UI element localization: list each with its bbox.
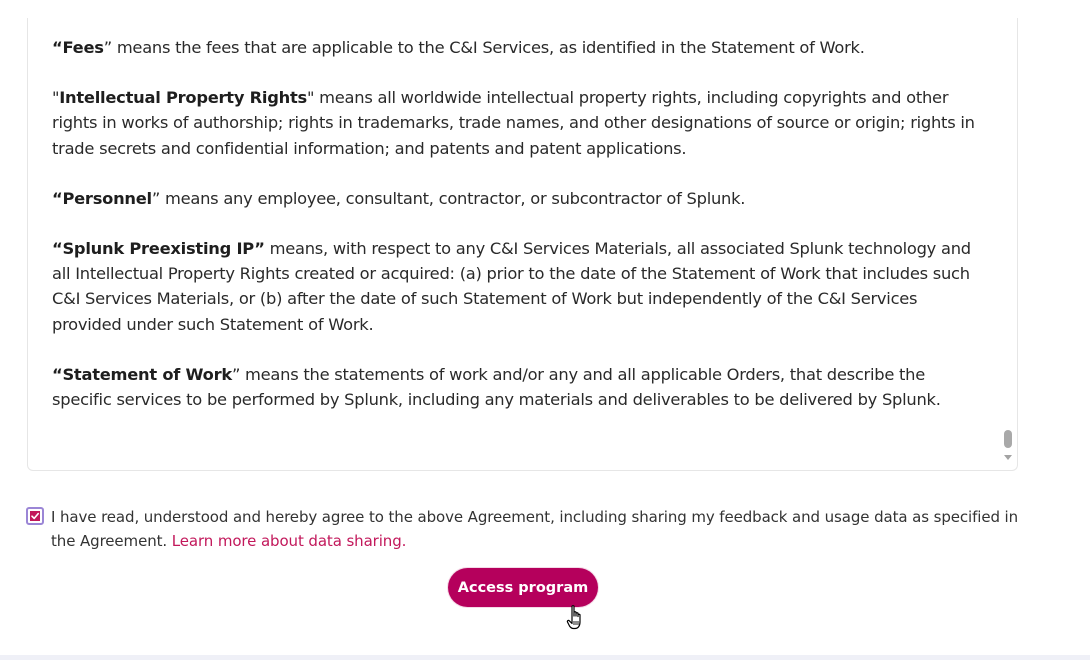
consent-checkbox[interactable] (26, 507, 44, 525)
footer-strip (0, 655, 1090, 660)
definition-term: “Statement of Work (52, 364, 232, 384)
definition-statement-of-work: “Statement of Work” means the statements… (52, 364, 941, 410)
hand-pointer-icon (566, 605, 581, 630)
checkmark-icon (30, 511, 40, 521)
definition-fees: “Fees” means the fees that are applicabl… (52, 38, 865, 57)
definition-splunk-ip: “Splunk Preexisting IP” means, with resp… (52, 236, 984, 337)
scroll-thumb[interactable] (1004, 430, 1012, 448)
definition-term: “Personnel (52, 188, 152, 208)
definition-body: means the fees that are applicable to th… (111, 38, 865, 57)
definition-term: “Splunk Preexisting IP” (52, 239, 265, 259)
scroll-down-arrow-icon[interactable] (1004, 455, 1012, 460)
definition-body: means any employee, consultant, contract… (160, 188, 746, 208)
agreement-scrollbar[interactable] (1001, 18, 1017, 470)
agreement-content: “Fees” means the fees that are applicabl… (52, 35, 984, 437)
consent-label: I have read, understood and hereby agree… (51, 505, 1026, 553)
definition-term: “Fees (52, 38, 104, 57)
definition-ip-rights: "Intellectual Property Rights" means all… (52, 88, 975, 158)
access-program-button[interactable]: Access program (448, 568, 598, 607)
agreement-text-box[interactable]: “Fees” means the fees that are applicabl… (27, 18, 1018, 471)
data-sharing-link[interactable]: Learn more about data sharing. (172, 532, 407, 550)
definition-term: Intellectual Property Rights (59, 88, 307, 108)
definition-personnel: “Personnel” means any employee, consulta… (52, 188, 746, 208)
